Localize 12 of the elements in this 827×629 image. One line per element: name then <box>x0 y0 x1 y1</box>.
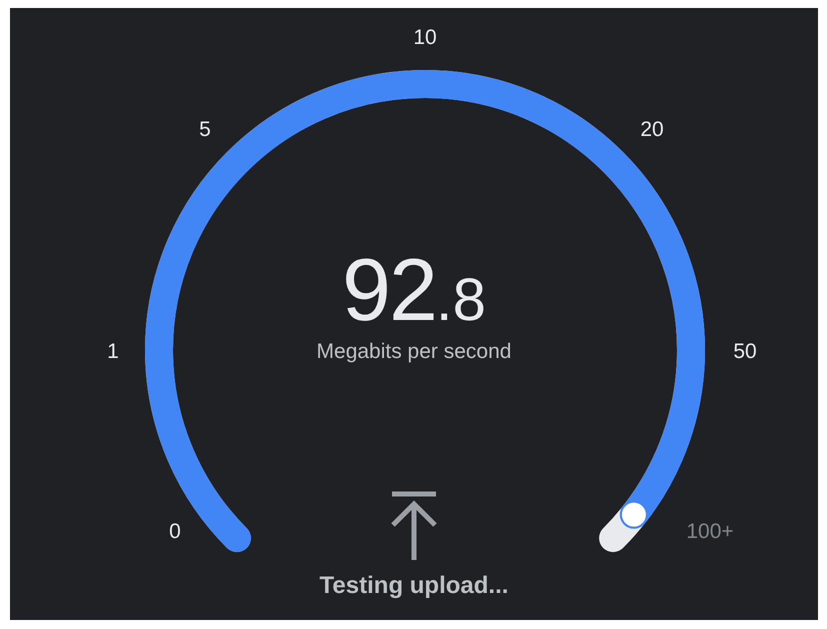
scale-label: 0 <box>169 520 181 544</box>
speed-decimal: .8 <box>436 270 486 330</box>
speed-unit: Megabits per second <box>316 340 512 364</box>
gauge-thumb <box>620 500 648 529</box>
scale-label: 5 <box>199 118 211 142</box>
scale-label: 20 <box>640 118 664 142</box>
speed-value: 92 <box>342 246 436 334</box>
scale-label: 1 <box>107 340 119 364</box>
scale-label: 100+ <box>686 520 734 544</box>
scale-label: 10 <box>413 26 437 50</box>
scale-label: 50 <box>733 340 757 364</box>
status-text: Testing upload... <box>320 572 508 600</box>
